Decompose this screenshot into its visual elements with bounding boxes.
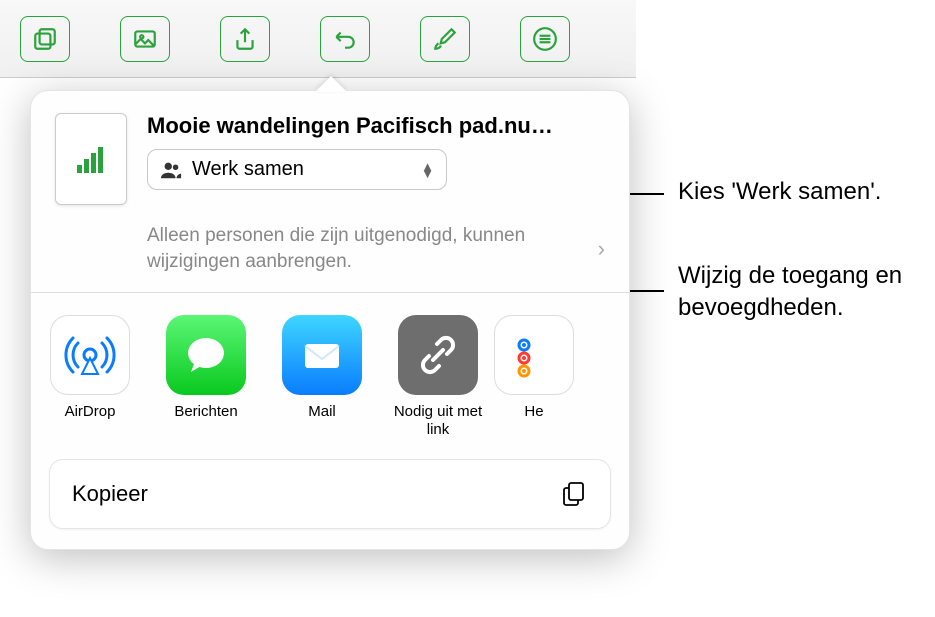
messages-icon (166, 315, 246, 395)
people-icon (160, 161, 182, 179)
undo-button[interactable] (320, 16, 370, 62)
app-messages[interactable]: Berichten (161, 315, 251, 439)
mail-icon (282, 315, 362, 395)
more-icon (532, 26, 558, 52)
chevron-right-icon: › (598, 236, 605, 262)
insert-icon (32, 26, 58, 52)
airdrop-icon (50, 315, 130, 395)
popup-arrow (315, 76, 347, 92)
copy-label: Kopieer (72, 481, 148, 507)
app-mail[interactable]: Mail (277, 315, 367, 439)
share-sheet: Mooie wandelingen Pacifisch pad.nu… Werk… (30, 90, 630, 550)
callout-2: Wijzig de toegang en bevoegdheden. (678, 260, 918, 325)
format-button[interactable] (420, 16, 470, 62)
app-label: Mail (308, 403, 336, 421)
app-label: Nodig uit met link (393, 403, 483, 439)
access-text: Alleen personen die zijn uitgenodigd, ku… (147, 223, 590, 274)
copy-icon (560, 480, 588, 508)
top-toolbar (0, 0, 636, 78)
reminders-icon (494, 315, 574, 395)
app-airdrop[interactable]: AirDrop (45, 315, 135, 439)
app-invite-link[interactable]: Nodig uit met link (393, 315, 483, 439)
document-thumbnail (55, 113, 127, 205)
collaborate-select[interactable]: Werk samen ▲▼ (147, 149, 447, 190)
app-label: AirDrop (65, 403, 116, 421)
updown-icon: ▲▼ (421, 163, 434, 177)
app-label: Berichten (174, 403, 237, 421)
more-button[interactable] (520, 16, 570, 62)
document-title: Mooie wandelingen Pacifisch pad.nu… (147, 113, 605, 139)
share-button[interactable] (220, 16, 270, 62)
brush-icon (432, 26, 458, 52)
link-icon (398, 315, 478, 395)
share-apps-row[interactable]: AirDrop Berichten Mail Nodig uit met lin… (31, 293, 629, 459)
access-permissions-row[interactable]: Alleen personen die zijn uitgenodigd, ku… (31, 223, 629, 292)
insert-button[interactable] (20, 16, 70, 62)
undo-icon (332, 26, 358, 52)
callout-1: Kies 'Werk samen'. (678, 176, 881, 208)
share-icon (232, 26, 258, 52)
collaborate-label: Werk samen (192, 158, 411, 181)
sheet-header: Mooie wandelingen Pacifisch pad.nu… Werk… (31, 91, 629, 223)
media-button[interactable] (120, 16, 170, 62)
image-icon (132, 26, 158, 52)
app-label: He (524, 403, 543, 421)
copy-action[interactable]: Kopieer (49, 459, 611, 529)
app-reminders[interactable]: He (509, 315, 559, 439)
chart-icon (71, 139, 111, 179)
